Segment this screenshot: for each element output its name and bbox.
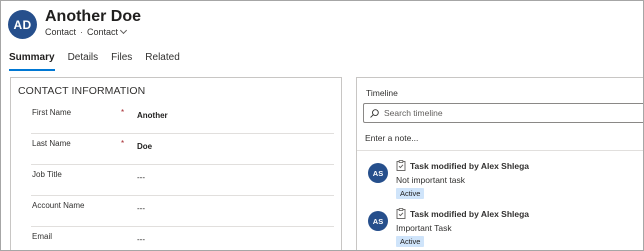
- task-icon: [396, 208, 406, 219]
- tab-summary[interactable]: Summary: [9, 52, 55, 71]
- timeline-item-header[interactable]: Task modified by Alex Shlega: [410, 209, 529, 219]
- timeline-item-description: Not important task: [396, 175, 465, 185]
- tab-files[interactable]: Files: [111, 52, 132, 71]
- field-value[interactable]: Doe: [137, 142, 152, 151]
- field-value[interactable]: ---: [137, 173, 145, 182]
- timeline-item-description: Important Task: [396, 223, 452, 233]
- timeline-item[interactable]: AS Task modified by Alex Shlega Not impo…: [357, 160, 643, 210]
- entity-name: Contact: [45, 27, 77, 37]
- form-tabs: Summary Details Files Related: [9, 52, 180, 71]
- field-label: Email: [32, 232, 53, 241]
- timeline-item[interactable]: AS Task modified by Alex Shlega Importan…: [357, 208, 643, 250]
- tab-details[interactable]: Details: [68, 52, 99, 71]
- required-indicator: *: [121, 108, 125, 117]
- record-subtitle: Contact · Contact: [45, 26, 128, 37]
- field-label: First Name: [32, 108, 72, 117]
- record-title: Another Doe: [45, 8, 141, 25]
- note-input[interactable]: [365, 133, 625, 143]
- contact-information-section: CONTACT INFORMATION First Name * Another…: [10, 77, 342, 250]
- record-avatar: AD: [8, 10, 37, 39]
- field-job-title[interactable]: Job Title ---: [31, 165, 334, 196]
- contact-form: AD Another Doe Contact · Contact Summary…: [0, 0, 644, 251]
- note-row: [357, 129, 643, 151]
- search-timeline-input[interactable]: [384, 108, 624, 118]
- user-avatar: AS: [368, 211, 388, 231]
- timeline-search[interactable]: [363, 103, 643, 123]
- section-title: CONTACT INFORMATION: [18, 85, 146, 97]
- status-badge: Active: [396, 188, 425, 199]
- field-value[interactable]: Another: [137, 111, 168, 120]
- field-value[interactable]: ---: [137, 235, 145, 244]
- chevron-down-icon: [120, 26, 128, 35]
- field-value[interactable]: ---: [137, 204, 145, 213]
- timeline-panel: Timeline AS Task modified by Alex Shlega…: [356, 77, 643, 250]
- field-account-name[interactable]: Account Name ---: [31, 196, 334, 227]
- field-last-name[interactable]: Last Name * Doe: [31, 134, 334, 165]
- required-indicator: *: [121, 139, 125, 148]
- field-label: Last Name: [32, 139, 71, 148]
- timeline-title: Timeline: [366, 88, 398, 98]
- tab-related[interactable]: Related: [145, 52, 179, 71]
- field-label: Job Title: [32, 170, 62, 179]
- field-email[interactable]: Email ---: [31, 227, 334, 250]
- form-selector[interactable]: Contact: [87, 26, 128, 37]
- separator-dot: ·: [80, 27, 84, 37]
- status-badge: Active: [396, 236, 425, 247]
- user-avatar: AS: [368, 163, 388, 183]
- search-icon: [370, 108, 379, 118]
- form-name: Contact: [87, 27, 119, 37]
- task-icon: [396, 160, 406, 171]
- field-label: Account Name: [32, 201, 85, 210]
- field-first-name[interactable]: First Name * Another: [31, 103, 334, 134]
- timeline-item-header[interactable]: Task modified by Alex Shlega: [410, 161, 529, 171]
